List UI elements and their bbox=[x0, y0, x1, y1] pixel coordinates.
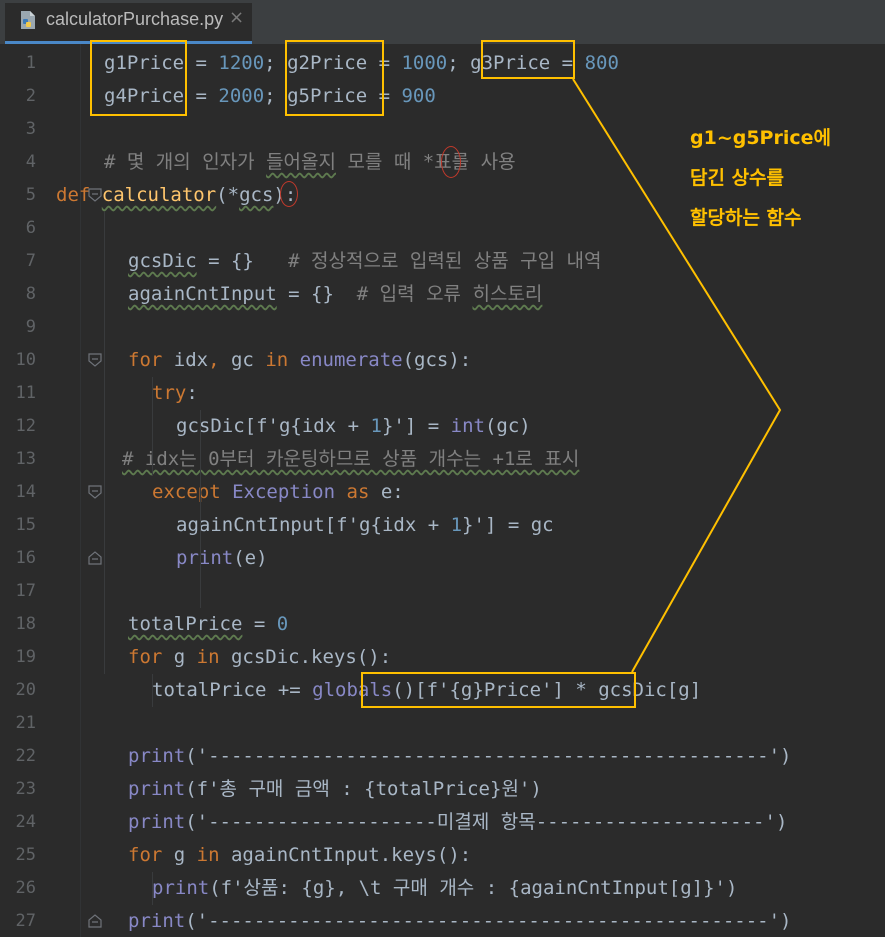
annotation-text: g1~g5Price에 bbox=[690, 127, 831, 149]
asterisk-highlight-circle bbox=[280, 181, 298, 207]
asterisk-highlight-circle bbox=[441, 146, 461, 178]
highlight-box-g2-g5 bbox=[285, 40, 384, 116]
annotation-text: 할당하는 함수 bbox=[690, 207, 802, 229]
highlight-box-g1-g4 bbox=[90, 40, 187, 116]
highlight-box-g3 bbox=[481, 40, 575, 79]
annotation-text: 담긴 상수를 bbox=[690, 167, 785, 189]
highlight-box-globals bbox=[361, 672, 636, 708]
